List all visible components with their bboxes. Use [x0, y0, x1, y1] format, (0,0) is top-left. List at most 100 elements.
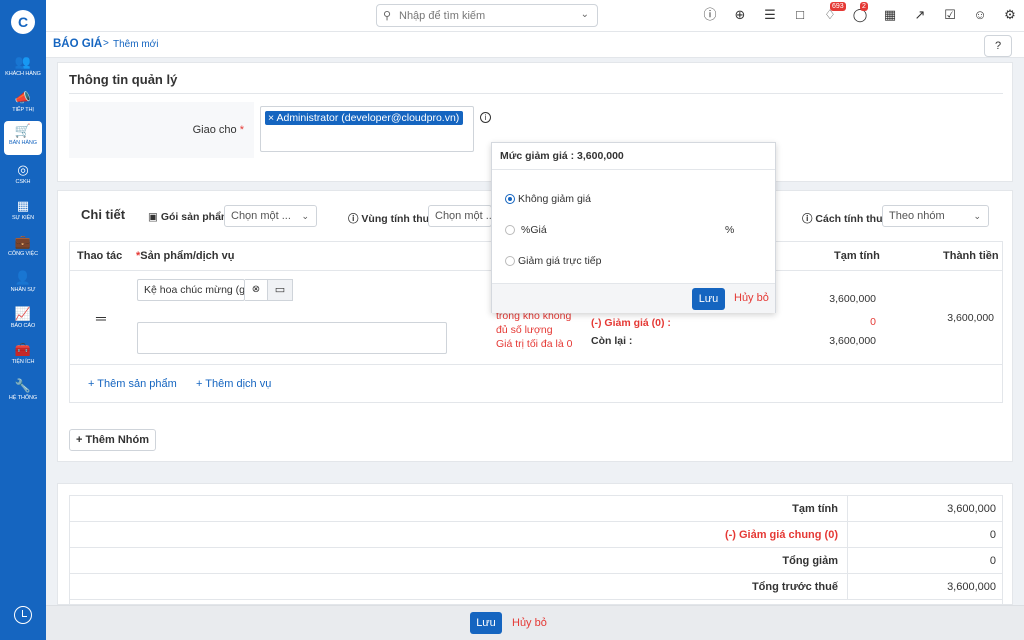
list-icon[interactable]: ☰	[762, 7, 778, 23]
assignee-multiselect[interactable]: × Administrator (developer@cloudpro.vn)	[260, 106, 474, 152]
divider	[847, 496, 848, 522]
cancel-button[interactable]: Hủy bỏ	[512, 617, 547, 629]
divider	[847, 548, 848, 574]
checkbox-icon[interactable]: ☑	[942, 7, 958, 23]
percent-discount-radio[interactable]	[505, 225, 515, 235]
divider	[847, 522, 848, 548]
tax-region-select[interactable]: Chọn một ...	[428, 205, 492, 227]
sidebar-item-tasks[interactable]: 💼 Công việc	[0, 232, 46, 266]
popover-save-button[interactable]: Lưu	[692, 288, 725, 310]
package-icon: ▣	[148, 211, 158, 223]
user-icon[interactable]: ☺	[972, 7, 988, 23]
summary-label: Tạm tính	[792, 503, 838, 515]
row-remaining-label: Còn lại :	[591, 335, 633, 347]
assignee-tag[interactable]: × Administrator (developer@cloudpro.vn)	[265, 111, 464, 125]
info-icon: ⓘ	[348, 213, 359, 225]
package-select[interactable]: Chọn một ... ⌄	[224, 205, 317, 227]
chevron-down-icon: ⌄	[973, 211, 981, 221]
product-description-textarea[interactable]	[137, 322, 447, 354]
direct-discount-radio[interactable]	[505, 256, 515, 266]
row-discount-link[interactable]: (-) Giảm giá (0) :	[591, 317, 671, 329]
no-discount-radio[interactable]	[505, 194, 515, 204]
clear-icon[interactable]: ⊗	[245, 279, 267, 301]
summary-row: (-) Giảm giá chung (0) 0	[70, 522, 1002, 548]
column-header-subtotal: Tạm tính	[834, 250, 880, 262]
sidebar-item-customers[interactable]: 👥 Khách hàng	[0, 52, 46, 86]
sidebar-item-utilities[interactable]: 🧰 Tiện ích	[0, 340, 46, 374]
summary-label: Tổng giảm	[782, 555, 838, 567]
sidebar-item-hr[interactable]: 👤 Nhân sự	[0, 268, 46, 302]
tax-region-label-text: Vùng tính thuế	[361, 213, 435, 225]
percent-discount-label[interactable]: %Giá	[521, 224, 547, 236]
search-input[interactable]	[399, 8, 569, 24]
app-logo[interactable]: C	[11, 10, 35, 34]
chat-icon[interactable]: ◯ 2	[852, 2, 868, 23]
sidebar-item-support[interactable]: ◎ CSKH	[0, 160, 46, 194]
sidebar-item-reports[interactable]: 📈 Báo cáo	[0, 304, 46, 338]
add-service-button[interactable]: + Thêm dịch vụ	[196, 378, 271, 390]
summary-value: 3,600,000	[947, 503, 996, 515]
person-icon: 👤	[14, 270, 32, 285]
popover-footer: Lưu Hủy bỏ	[492, 283, 775, 313]
help-button[interactable]: ?	[984, 35, 1012, 57]
summary-table: Tạm tính 3,600,000 (-) Giảm giá chung (0…	[69, 495, 1003, 606]
row-total-value: 3,600,000	[947, 312, 994, 324]
alert-icon[interactable]: ⓘ	[702, 7, 718, 23]
row-subtotal-value: 3,600,000	[829, 293, 876, 305]
stock-warning-line: đủ số lượng	[496, 324, 553, 336]
package-label-text: Gói sản phẩm	[160, 211, 231, 223]
tax-method-select[interactable]: Theo nhóm ⌄	[882, 205, 989, 227]
product-input[interactable]: Kệ hoa chúc mừng (gỗ)	[137, 279, 245, 301]
direct-discount-label[interactable]: Giảm giá trực tiếp	[518, 255, 601, 267]
sidebar: C 👥 Khách hàng 📣 Tiếp thị 🛒 Bán hàng ◎ C…	[0, 0, 46, 640]
column-header-product-text: Sản phẩm/dịch vụ	[140, 250, 235, 262]
add-service-label: Thêm dịch vụ	[205, 378, 272, 390]
gear-icon[interactable]: ⚙	[1002, 7, 1018, 23]
section-title: Chi tiết	[81, 207, 126, 222]
megaphone-icon: 📣	[14, 90, 32, 105]
sidebar-item-marketing[interactable]: 📣 Tiếp thị	[0, 88, 46, 122]
divider	[492, 169, 775, 170]
sidebar-item-label: Sự kiện	[11, 215, 35, 221]
tax-region-label: ⓘ Vùng tính thuế	[348, 211, 435, 226]
sidebar-item-label: Tiện ích	[11, 359, 35, 365]
chevron-down-icon[interactable]: ⌄	[581, 9, 589, 20]
sidebar-item-label: Nhân sự	[10, 287, 36, 293]
divider	[847, 574, 848, 600]
message-count-badge: 2	[860, 2, 868, 11]
breadcrumb-page: Thêm mới	[113, 39, 159, 50]
add-product-label: Thêm sản phẩm	[97, 378, 177, 390]
sidebar-item-system[interactable]: 🔧 Hệ thống	[0, 376, 46, 410]
required-mark: *	[239, 124, 244, 136]
sidebar-item-events[interactable]: ▦ Sự kiện	[0, 196, 46, 230]
clock-icon[interactable]	[14, 606, 32, 624]
package-select-value: Chọn một ...	[231, 210, 291, 222]
calendar-icon[interactable]: ▦	[882, 7, 898, 23]
add-group-button[interactable]: + Thêm Nhóm	[69, 429, 156, 451]
row-discount-value: 0	[870, 316, 876, 328]
sidebar-item-sales[interactable]: 🛒 Bán hàng	[4, 121, 42, 155]
summary-row: Tạm tính 3,600,000	[70, 496, 1002, 522]
tasks-square-icon[interactable]: □	[792, 7, 808, 23]
add-product-button[interactable]: + Thêm sản phẩm	[88, 378, 177, 390]
tax-method-label-text: Cách tính thuế	[815, 213, 889, 225]
add-circle-icon[interactable]: ⊕	[732, 7, 748, 23]
breadcrumb-module[interactable]: BÁO GIÁ	[53, 38, 102, 50]
save-button[interactable]: Lưu	[470, 612, 502, 634]
assign-label-cell: Giao cho *	[69, 102, 254, 158]
breadcrumb: BÁO GIÁ > Thêm mới ?	[46, 32, 1024, 58]
column-header-product: *Sản phẩm/dịch vụ	[136, 250, 234, 262]
chart-icon[interactable]: ↗	[912, 7, 928, 23]
general-discount-link[interactable]: (-) Giảm giá chung (0)	[725, 529, 838, 541]
bell-icon[interactable]: ♢ 693	[822, 2, 846, 23]
info-icon[interactable]: i	[480, 112, 491, 123]
info-icon: ⓘ	[802, 213, 813, 225]
support-icon: ◎	[17, 162, 29, 177]
column-header-actions: Thao tác	[77, 250, 123, 262]
popover-cancel-button[interactable]: Hủy bỏ	[734, 292, 769, 304]
box-icon[interactable]: ▭	[267, 279, 293, 301]
global-search[interactable]: ⚲ ⌄	[376, 4, 598, 27]
briefcase-icon: 💼	[14, 234, 32, 249]
no-discount-label[interactable]: Không giảm giá	[518, 193, 591, 205]
drag-handle-icon[interactable]: ═	[96, 310, 106, 326]
